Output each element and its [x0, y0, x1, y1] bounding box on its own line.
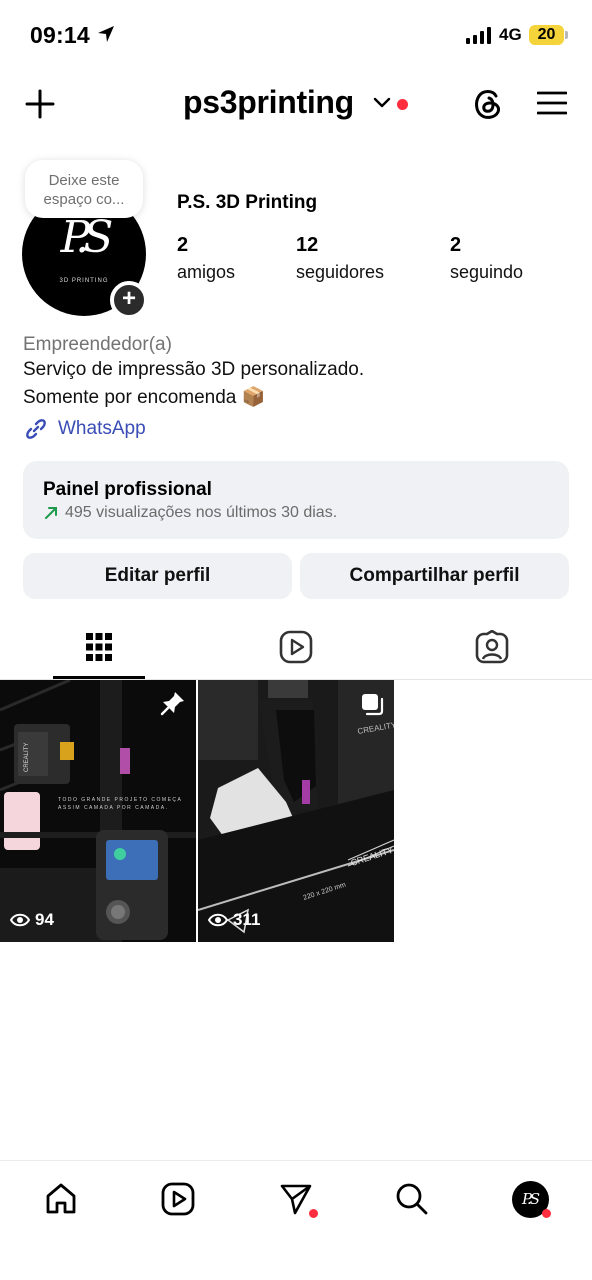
active-tab-indicator: [53, 676, 145, 679]
post-views: 94: [10, 910, 54, 930]
eye-icon: [10, 913, 30, 927]
stat-following[interactable]: 2 seguindo: [450, 233, 523, 287]
tagged-icon: [475, 630, 509, 664]
stat-label: amigos: [177, 262, 236, 282]
plus-icon[interactable]: [24, 88, 56, 120]
status-bar: 09:14 4G 20: [0, 0, 592, 70]
trend-up-icon: [45, 507, 57, 519]
profile-notification-dot: [542, 1209, 551, 1218]
username-switcher[interactable]: ps3printing: [183, 84, 354, 121]
messages-notification-dot: [309, 1209, 318, 1218]
post-caption-overlay: TODO GRANDE PROJETO COMEÇA ASSIM CAMADA …: [58, 797, 183, 811]
nav-profile[interactable]: P.S: [510, 1179, 551, 1219]
stat-value: 12: [296, 234, 319, 256]
views-count: 94: [35, 910, 54, 929]
battery-indicator: 20: [529, 25, 564, 45]
nav-reels[interactable]: [158, 1179, 198, 1219]
stat-value: 2: [177, 234, 189, 256]
tab-tagged[interactable]: [446, 620, 538, 680]
share-profile-button[interactable]: Compartilhar perfil: [300, 553, 569, 599]
post-views: 311: [208, 910, 260, 930]
add-story-button[interactable]: +: [110, 281, 148, 319]
chevron-down-icon[interactable]: [373, 97, 391, 109]
signal-icon: [466, 27, 491, 44]
reels-icon: [279, 630, 313, 664]
nav-search[interactable]: [392, 1179, 432, 1219]
dashboard-subtitle-row: 495 visualizações nos últimos 30 dias.: [43, 504, 549, 522]
views-count: 311: [233, 910, 261, 929]
stat-friends[interactable]: 2 amigos: [177, 233, 235, 287]
grid-icon: [86, 633, 112, 661]
multiple-media-icon: [362, 694, 384, 716]
eye-icon: [208, 913, 228, 927]
stat-followers[interactable]: 12 seguidores: [296, 233, 384, 287]
link-label: WhatsApp: [58, 418, 146, 439]
battery-tip: [565, 31, 568, 39]
edit-profile-button[interactable]: Editar perfil: [23, 553, 292, 599]
search-icon: [396, 1183, 428, 1215]
bio-line: Somente por encomenda 📦: [23, 387, 266, 408]
post-tile[interactable]: 220 x 220 mm CREALITY CREALITY 311: [198, 680, 394, 942]
note-bubble[interactable]: Deixe este espaço co...: [25, 160, 143, 218]
display-name: P.S. 3D Printing: [177, 192, 318, 213]
svg-text:CREALITY: CREALITY: [24, 743, 30, 772]
content-tabs: [0, 620, 592, 680]
network-type: 4G: [499, 25, 522, 44]
stat-value: 2: [450, 234, 462, 256]
location-arrow-icon: [98, 26, 114, 42]
pin-icon: [160, 692, 184, 716]
tab-reels[interactable]: [250, 620, 342, 680]
nav-home[interactable]: [41, 1179, 81, 1219]
tab-posts[interactable]: [53, 620, 145, 680]
avatar-monogram: P.S: [60, 212, 114, 263]
professional-dashboard[interactable]: Painel profissional 495 visualizações no…: [23, 461, 569, 539]
status-time: 09:14: [30, 22, 90, 48]
stat-label: seguindo: [450, 262, 524, 282]
dashboard-subtitle: 495 visualizações nos últimos 30 dias.: [65, 504, 338, 521]
send-icon: [280, 1184, 312, 1215]
menu-icon[interactable]: [537, 91, 567, 115]
post-tile[interactable]: CREALITY TODO GRANDE PROJETO COMEÇA ASSI…: [0, 680, 196, 942]
bio-line: Serviço de impressão 3D personalizado.: [23, 359, 365, 380]
nav-direct[interactable]: [276, 1179, 318, 1219]
bottom-navigation: P.S: [0, 1160, 592, 1280]
threads-icon[interactable]: [472, 87, 504, 121]
home-icon: [46, 1183, 76, 1214]
profile-header: ps3printing: [0, 80, 592, 132]
stat-label: seguidores: [296, 262, 385, 282]
account-notification-dot: [397, 99, 408, 110]
post-thumbnail: 220 x 220 mm CREALITY CREALITY: [198, 680, 394, 942]
whatsapp-link[interactable]: WhatsApp: [23, 416, 146, 442]
reels-nav-icon: [161, 1182, 195, 1216]
dashboard-title: Painel profissional: [43, 479, 212, 500]
link-icon: [26, 419, 46, 439]
profile-category: Empreendedor(a): [23, 334, 172, 355]
